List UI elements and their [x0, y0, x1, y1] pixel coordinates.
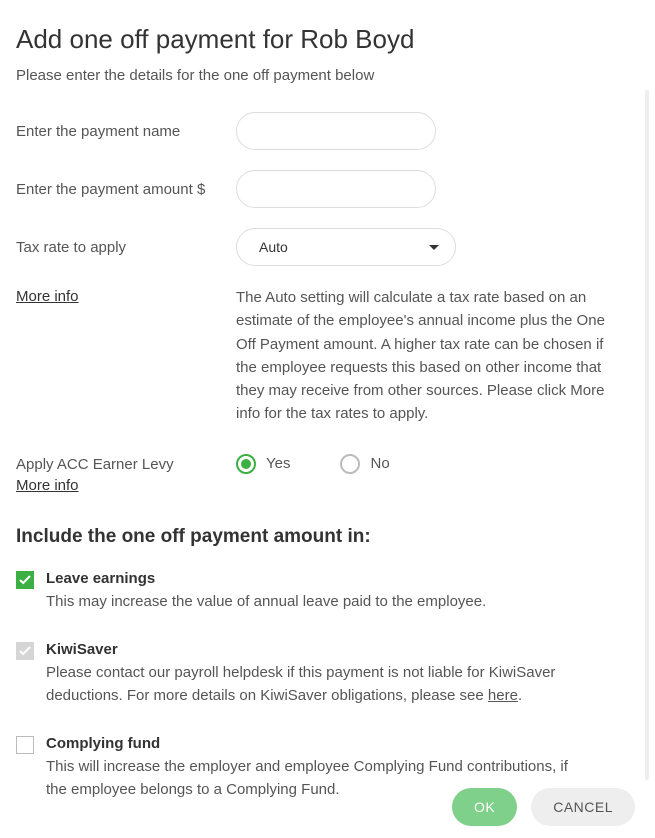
tax-rate-select[interactable]: Auto	[236, 228, 456, 266]
dialog-one-off-payment: Add one off payment for Rob Boyd Please …	[0, 0, 655, 838]
kiwisaver-title: KiwiSaver	[46, 641, 575, 658]
row-tax-info: More info The Auto setting will calculat…	[16, 286, 635, 426]
dialog-subtitle: Please enter the details for the one off…	[16, 67, 635, 84]
acc-levy-radio-no[interactable]: No	[340, 454, 389, 474]
kiwisaver-checkbox	[16, 642, 34, 660]
radio-icon	[340, 454, 360, 474]
acc-levy-label: Apply ACC Earner Levy	[16, 454, 236, 475]
row-leave-earnings: Leave earnings This may increase the val…	[16, 570, 635, 614]
row-payment-amount: Enter the payment amount $	[16, 170, 635, 208]
row-kiwisaver: KiwiSaver Please contact our payroll hel…	[16, 641, 635, 707]
ok-button[interactable]: OK	[452, 788, 517, 826]
kiwisaver-desc-post: .	[518, 687, 522, 704]
kiwisaver-desc-pre: Please contact our payroll helpdesk if t…	[46, 664, 555, 704]
check-icon	[19, 646, 31, 656]
tax-more-info-link[interactable]: More info	[16, 288, 79, 305]
scrollbar[interactable]	[645, 90, 649, 780]
radio-no-label: No	[370, 455, 389, 472]
cancel-button[interactable]: CANCEL	[531, 788, 635, 826]
chevron-down-icon	[429, 245, 439, 250]
acc-levy-radio-yes[interactable]: Yes	[236, 454, 290, 474]
tax-rate-value: Auto	[259, 239, 288, 255]
payment-name-input[interactable]	[236, 112, 436, 150]
leave-earnings-checkbox[interactable]	[16, 571, 34, 589]
check-icon	[19, 575, 31, 585]
complying-fund-checkbox[interactable]	[16, 736, 34, 754]
payment-amount-label: Enter the payment amount $	[16, 179, 236, 200]
dialog-button-bar: OK CANCEL	[452, 788, 635, 826]
kiwisaver-desc: Please contact our payroll helpdesk if t…	[46, 662, 575, 707]
acc-more-info-link[interactable]: More info	[16, 477, 79, 494]
row-acc-levy: Apply ACC Earner Levy More info Yes No	[16, 454, 635, 496]
radio-yes-label: Yes	[266, 455, 290, 472]
tax-help-text: The Auto setting will calculate a tax ra…	[236, 286, 635, 426]
complying-fund-title: Complying fund	[46, 735, 575, 752]
kiwisaver-here-link[interactable]: here	[488, 687, 518, 704]
include-heading: Include the one off payment amount in:	[16, 526, 635, 548]
leave-earnings-desc: This may increase the value of annual le…	[46, 591, 575, 614]
dialog-title: Add one off payment for Rob Boyd	[16, 24, 635, 55]
payment-amount-input[interactable]	[236, 170, 436, 208]
row-tax-rate: Tax rate to apply Auto	[16, 228, 635, 266]
payment-name-label: Enter the payment name	[16, 121, 236, 142]
row-payment-name: Enter the payment name	[16, 112, 635, 150]
tax-rate-label: Tax rate to apply	[16, 237, 236, 258]
leave-earnings-title: Leave earnings	[46, 570, 575, 587]
radio-icon	[236, 454, 256, 474]
